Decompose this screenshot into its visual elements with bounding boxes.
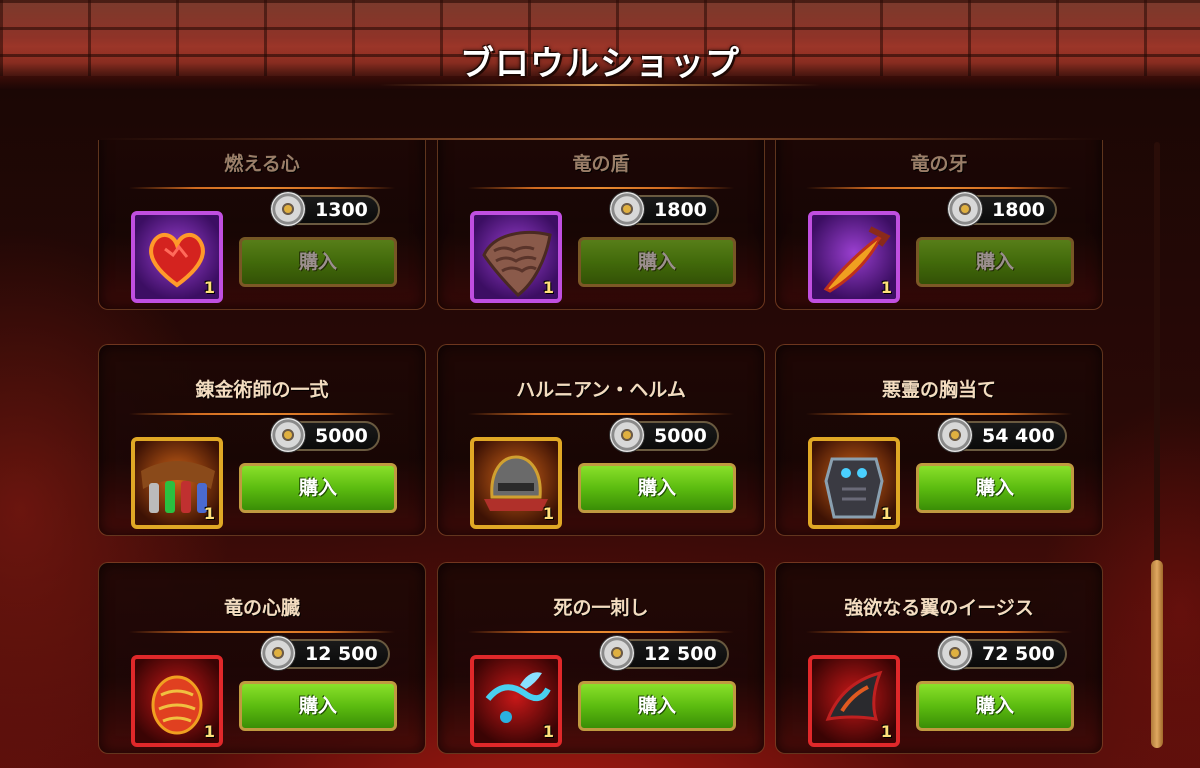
shop-item-grid[interactable]: 燃える心 1 1300 購入 竜の盾 1 1800 購入 竜の牙 1 1800 … bbox=[98, 140, 1104, 760]
brawl-coin-icon bbox=[938, 636, 972, 670]
price-value: 12 500 bbox=[644, 643, 717, 665]
price-value: 5000 bbox=[654, 425, 707, 447]
item-name: 死の一刺し bbox=[553, 597, 649, 619]
card-divider bbox=[468, 413, 734, 415]
shop-item-card: 錬金術師の一式 1 5000 購入 bbox=[98, 344, 426, 536]
brawl-coin-icon bbox=[261, 636, 295, 670]
price-value: 1800 bbox=[992, 199, 1045, 221]
item-name: ハルニアン・ヘルム bbox=[516, 379, 686, 401]
death-sting-icon[interactable]: 1 bbox=[470, 655, 562, 747]
winged-aegis-icon[interactable]: 1 bbox=[808, 655, 900, 747]
price-value: 5000 bbox=[315, 425, 368, 447]
price-tag: 12 500 bbox=[261, 636, 390, 670]
brawl-coin-icon bbox=[610, 192, 644, 226]
card-divider bbox=[129, 187, 395, 189]
price-tag: 1300 bbox=[271, 192, 380, 226]
price-tag: 1800 bbox=[948, 192, 1057, 226]
price-value: 72 500 bbox=[982, 643, 1055, 665]
buy-button[interactable]: 購入 bbox=[239, 681, 397, 731]
buy-button[interactable]: 購入 bbox=[578, 237, 736, 287]
buy-button[interactable]: 購入 bbox=[239, 237, 397, 287]
item-name: 竜の盾 bbox=[572, 153, 630, 175]
card-divider bbox=[806, 187, 1072, 189]
shop-item-card: 竜の牙 1 1800 購入 bbox=[775, 140, 1103, 310]
price-tag: 1800 bbox=[610, 192, 719, 226]
page-title: ブロウルショップ bbox=[460, 44, 740, 84]
price-tag: 54 400 bbox=[938, 418, 1067, 452]
shop-item-card: 悪霊の胸当て 1 54 400 購入 bbox=[775, 344, 1103, 536]
item-quantity: 1 bbox=[880, 722, 892, 741]
item-quantity: 1 bbox=[203, 504, 215, 523]
buy-button[interactable]: 購入 bbox=[578, 463, 736, 513]
price-value: 12 500 bbox=[305, 643, 378, 665]
scrollbar-thumb[interactable] bbox=[1151, 560, 1163, 748]
price-tag: 12 500 bbox=[600, 636, 729, 670]
shop-item-card: 燃える心 1 1300 購入 bbox=[98, 140, 426, 310]
brawl-coin-icon bbox=[610, 418, 644, 452]
item-quantity: 1 bbox=[542, 504, 554, 523]
alchemist-kit-icon[interactable]: 1 bbox=[131, 437, 223, 529]
price-tag: 5000 bbox=[271, 418, 380, 452]
item-name: 錬金術師の一式 bbox=[195, 379, 329, 401]
price-value: 1300 bbox=[315, 199, 368, 221]
item-quantity: 1 bbox=[203, 278, 215, 297]
shop-item-card: ハルニアン・ヘルム 1 5000 購入 bbox=[437, 344, 765, 536]
card-divider bbox=[468, 631, 734, 633]
dragon-shield-icon[interactable]: 1 bbox=[470, 211, 562, 303]
buy-button[interactable]: 購入 bbox=[916, 237, 1074, 287]
shop-item-card: 強欲なる翼のイージス 1 72 500 購入 bbox=[775, 562, 1103, 754]
price-tag: 5000 bbox=[610, 418, 719, 452]
breastplate-icon[interactable]: 1 bbox=[808, 437, 900, 529]
card-divider bbox=[129, 631, 395, 633]
brawl-coin-icon bbox=[271, 418, 305, 452]
buy-button[interactable]: 購入 bbox=[578, 681, 736, 731]
dragon-fang-icon[interactable]: 1 bbox=[808, 211, 900, 303]
price-value: 54 400 bbox=[982, 425, 1055, 447]
price-tag: 72 500 bbox=[938, 636, 1067, 670]
item-quantity: 1 bbox=[542, 278, 554, 297]
dragon-heart-icon[interactable]: 1 bbox=[131, 655, 223, 747]
card-divider bbox=[806, 413, 1072, 415]
buy-button[interactable]: 購入 bbox=[916, 681, 1074, 731]
shop-item-card: 死の一刺し 1 12 500 購入 bbox=[437, 562, 765, 754]
brawl-coin-icon bbox=[271, 192, 305, 226]
item-name: 竜の牙 bbox=[910, 153, 968, 175]
brawl-coin-icon bbox=[948, 192, 982, 226]
item-name: 悪霊の胸当て bbox=[881, 379, 996, 401]
item-quantity: 1 bbox=[542, 722, 554, 741]
item-name: 強欲なる翼のイージス bbox=[844, 597, 1034, 619]
item-quantity: 1 bbox=[203, 722, 215, 741]
shop-item-card: 竜の盾 1 1800 購入 bbox=[437, 140, 765, 310]
helm-icon[interactable]: 1 bbox=[470, 437, 562, 529]
burning-heart-icon[interactable]: 1 bbox=[131, 211, 223, 303]
card-divider bbox=[129, 413, 395, 415]
brawl-coin-icon bbox=[600, 636, 634, 670]
card-divider bbox=[468, 187, 734, 189]
buy-button[interactable]: 購入 bbox=[239, 463, 397, 513]
buy-button[interactable]: 購入 bbox=[916, 463, 1074, 513]
title-divider bbox=[380, 84, 820, 86]
shop-item-card: 竜の心臓 1 12 500 購入 bbox=[98, 562, 426, 754]
brawl-coin-icon bbox=[938, 418, 972, 452]
item-name: 燃える心 bbox=[224, 153, 300, 175]
item-quantity: 1 bbox=[880, 504, 892, 523]
item-name: 竜の心臓 bbox=[223, 597, 300, 619]
price-value: 1800 bbox=[654, 199, 707, 221]
card-divider bbox=[806, 631, 1072, 633]
item-quantity: 1 bbox=[880, 278, 892, 297]
